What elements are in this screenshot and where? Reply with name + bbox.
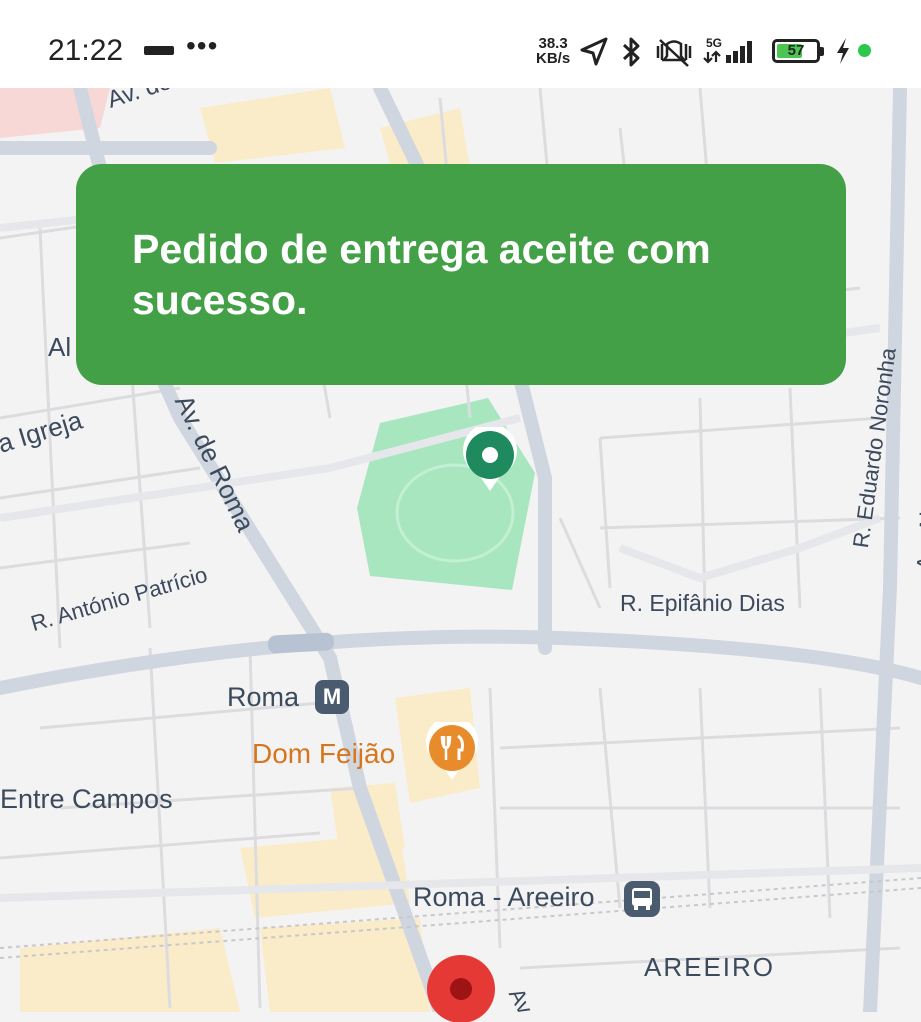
pickup-location-marker[interactable] (462, 427, 518, 495)
metro-icon[interactable]: M (315, 680, 349, 714)
restaurant-label[interactable]: Dom Feijão (252, 738, 395, 770)
battery-level: 57 (787, 42, 805, 59)
status-bar: 21:22 ••• 38.3 KB/s 5G 57 (0, 0, 921, 88)
charging-icon (837, 38, 849, 64)
more-notifications-icon: ••• (186, 30, 219, 61)
network-speed: 38.3 KB/s (536, 36, 570, 66)
street-label-al: Al (48, 332, 72, 362)
bus-station-icon[interactable] (622, 879, 662, 919)
privacy-indicator-dot (858, 44, 871, 57)
toast-message: Pedido de entrega aceite com sucesso. (132, 226, 711, 323)
success-toast: Pedido de entrega aceite com sucesso. (76, 164, 846, 385)
street-label-epifanio-dias: R. Epifânio Dias (620, 590, 785, 616)
notification-icon (144, 46, 174, 55)
network-speed-unit: KB/s (536, 50, 571, 67)
metro-roma-label[interactable]: Roma (227, 682, 299, 713)
location-icon (580, 37, 608, 66)
district-label: AREEIRO (644, 952, 776, 982)
network-speed-value: 38.3 (538, 35, 568, 52)
metro-icon-letter: M (322, 684, 342, 709)
station-label[interactable]: Roma - Areeiro (413, 882, 595, 913)
entre-campos-label[interactable]: Entre Campos (0, 784, 173, 815)
battery-icon: 57 (772, 39, 824, 63)
signal-icon (703, 41, 752, 64)
restaurant-icon[interactable] (424, 722, 480, 784)
status-time: 21:22 (48, 34, 124, 67)
vibrate-mute-icon (656, 39, 692, 67)
bluetooth-icon (622, 37, 640, 67)
